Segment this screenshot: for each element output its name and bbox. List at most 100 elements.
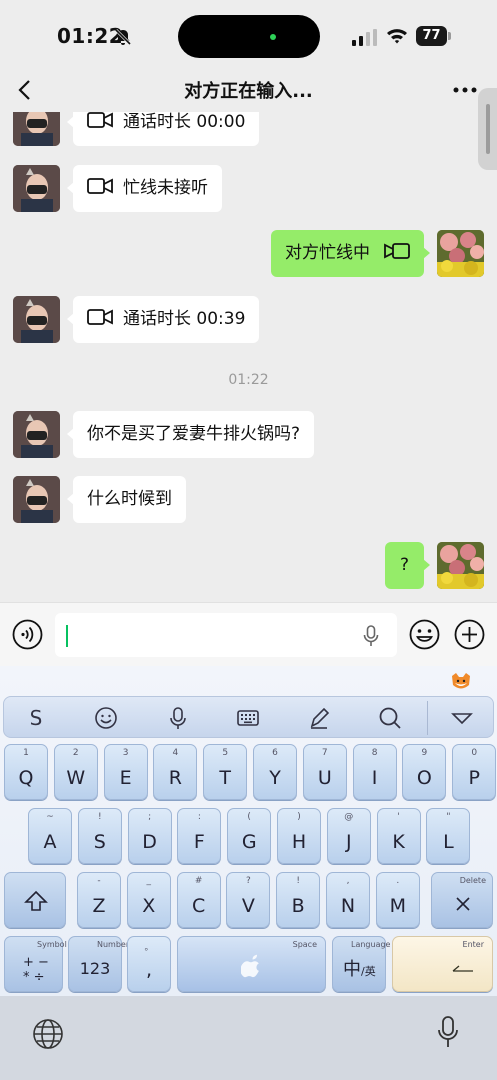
symbol-glyph-top: + − <box>23 955 49 970</box>
key-k[interactable]: ' K <box>376 808 421 864</box>
video-call-icon <box>87 178 113 194</box>
key-sublabel: 1 <box>23 748 29 758</box>
collapse-icon[interactable] <box>450 706 474 730</box>
key-l[interactable]: " L <box>426 808 471 864</box>
key-s[interactable]: ! S <box>77 808 122 864</box>
contact-avatar[interactable] <box>13 296 60 343</box>
key-sublabel: # <box>194 876 203 886</box>
key-label: J <box>345 831 352 853</box>
emoji-icon[interactable] <box>409 619 440 650</box>
dictation-mic-icon[interactable] <box>437 1016 459 1048</box>
key-e[interactable]: 3E <box>103 744 148 800</box>
key-x[interactable]: _ X <box>126 872 171 928</box>
apple-logo-icon <box>241 954 259 978</box>
key-f[interactable]: :F <box>177 808 222 864</box>
key-q[interactable]: 1Q <box>4 744 48 800</box>
key-n[interactable]: ,N <box>326 872 370 928</box>
key-c[interactable]: # C <box>176 872 221 928</box>
key-o[interactable]: 9O <box>402 744 447 800</box>
key-sublabel: 2 <box>72 748 79 758</box>
key-d[interactable]: ; D <box>127 808 172 864</box>
key-label: Q <box>18 767 34 789</box>
enter-key[interactable]: Enter <box>392 936 493 992</box>
key-p[interactable]: 0P <box>452 744 497 800</box>
symbol-key[interactable]: Symbol + − * ÷ <box>4 936 67 992</box>
language-key[interactable]: Language 中/英 <box>332 936 390 992</box>
ime-keyboard: S 1Q2W3E4R5T6Y7U8I9O0P ~ A! S; D: F (G … <box>0 666 497 996</box>
key-sublabel: - <box>97 876 101 886</box>
contact-avatar[interactable] <box>13 112 60 146</box>
key-label: F <box>193 831 205 853</box>
video-call-icon <box>87 112 113 128</box>
shift-key[interactable] <box>4 872 66 928</box>
mic-icon[interactable] <box>363 625 379 647</box>
voice-input-icon[interactable] <box>12 619 43 650</box>
key-a[interactable]: ~ A <box>28 808 72 864</box>
key-label: B <box>291 895 305 917</box>
message-bubble[interactable]: 通话时长 00:39 <box>66 296 260 343</box>
key-b[interactable]: ! B <box>276 872 321 928</box>
sogou-s-icon[interactable]: S <box>24 706 48 730</box>
key-j[interactable]: @ J <box>326 808 371 864</box>
key-i[interactable]: 8I <box>352 744 397 800</box>
my-avatar[interactable] <box>437 230 484 277</box>
key-label: I <box>371 767 378 789</box>
key-m[interactable]: .M <box>375 872 420 928</box>
message-bubble[interactable]: 你不是买了爱妻牛排火锅吗? <box>66 411 315 458</box>
key-g[interactable]: (G <box>227 808 272 864</box>
search-icon[interactable] <box>378 706 402 730</box>
message-bubble[interactable]: 对方忙线中 <box>271 230 430 277</box>
my-avatar[interactable] <box>437 542 484 589</box>
fox-mascot-icon[interactable] <box>450 672 472 692</box>
message-bubble[interactable]: 通话时长 00:00 <box>66 112 260 146</box>
key-sublabel: ; <box>148 812 152 822</box>
plus-icon[interactable] <box>454 619 485 650</box>
message-bubble[interactable]: ? <box>384 542 431 589</box>
key-t[interactable]: 5T <box>203 744 248 800</box>
key-v[interactable]: ? V <box>226 872 271 928</box>
delete-key-label: Delete <box>459 876 486 885</box>
key-y[interactable]: 6Y <box>253 744 297 800</box>
key-label: S <box>93 831 106 853</box>
message-list[interactable]: 通话时长 00:00 忙线未接听 对方忙线中 通话时长 00:39 01:22 … <box>0 112 497 602</box>
key-label: C <box>191 895 206 917</box>
more-options-icon[interactable] <box>452 86 478 94</box>
message-text-field[interactable] <box>55 613 397 657</box>
key-label: V <box>241 895 255 917</box>
contact-avatar[interactable] <box>13 411 60 458</box>
key-sublabel: ! <box>296 876 300 886</box>
key-w[interactable]: 2W <box>53 744 98 800</box>
key-sublabel: 6 <box>272 748 278 758</box>
delete-key[interactable]: Delete <box>431 872 493 928</box>
key-h[interactable]: ) H <box>277 808 321 864</box>
key-z[interactable]: -Z <box>77 872 121 928</box>
keyboard-icon[interactable] <box>236 706 260 730</box>
key-r[interactable]: 4R <box>153 744 198 800</box>
battery-level: 77 <box>416 26 447 46</box>
mic-icon[interactable] <box>166 706 190 730</box>
message-text: 通话时长 00:39 <box>123 309 246 329</box>
pen-icon[interactable] <box>307 706 331 730</box>
message-bubble[interactable]: 忙线未接听 <box>67 165 222 212</box>
key-u[interactable]: 7U <box>302 744 347 800</box>
number-key[interactable]: Number 123 <box>68 936 129 992</box>
shift-icon <box>24 890 48 911</box>
key-sublabel: ) <box>297 812 301 822</box>
comma-key[interactable]: 。 , <box>127 936 171 992</box>
key-label: W <box>66 767 86 789</box>
chat-header: 对方正在输入... <box>0 72 497 112</box>
key-label: L <box>443 831 454 853</box>
enter-key-label: Enter <box>462 940 484 949</box>
space-key[interactable]: Space <box>177 936 326 992</box>
message-bubble[interactable]: 什么时候到 <box>67 476 186 523</box>
contact-avatar[interactable] <box>13 165 60 212</box>
emoji-icon[interactable] <box>94 706 118 730</box>
symbol-glyph-bottom: * ÷ <box>23 970 45 985</box>
language-key-label: Language <box>351 940 391 949</box>
key-sublabel: ' <box>397 812 400 822</box>
video-call-icon <box>87 309 113 325</box>
globe-icon[interactable] <box>32 1018 64 1050</box>
comma-key-sub: 。 <box>144 943 154 953</box>
key-sublabel: _ <box>146 876 152 886</box>
contact-avatar[interactable] <box>13 476 60 523</box>
